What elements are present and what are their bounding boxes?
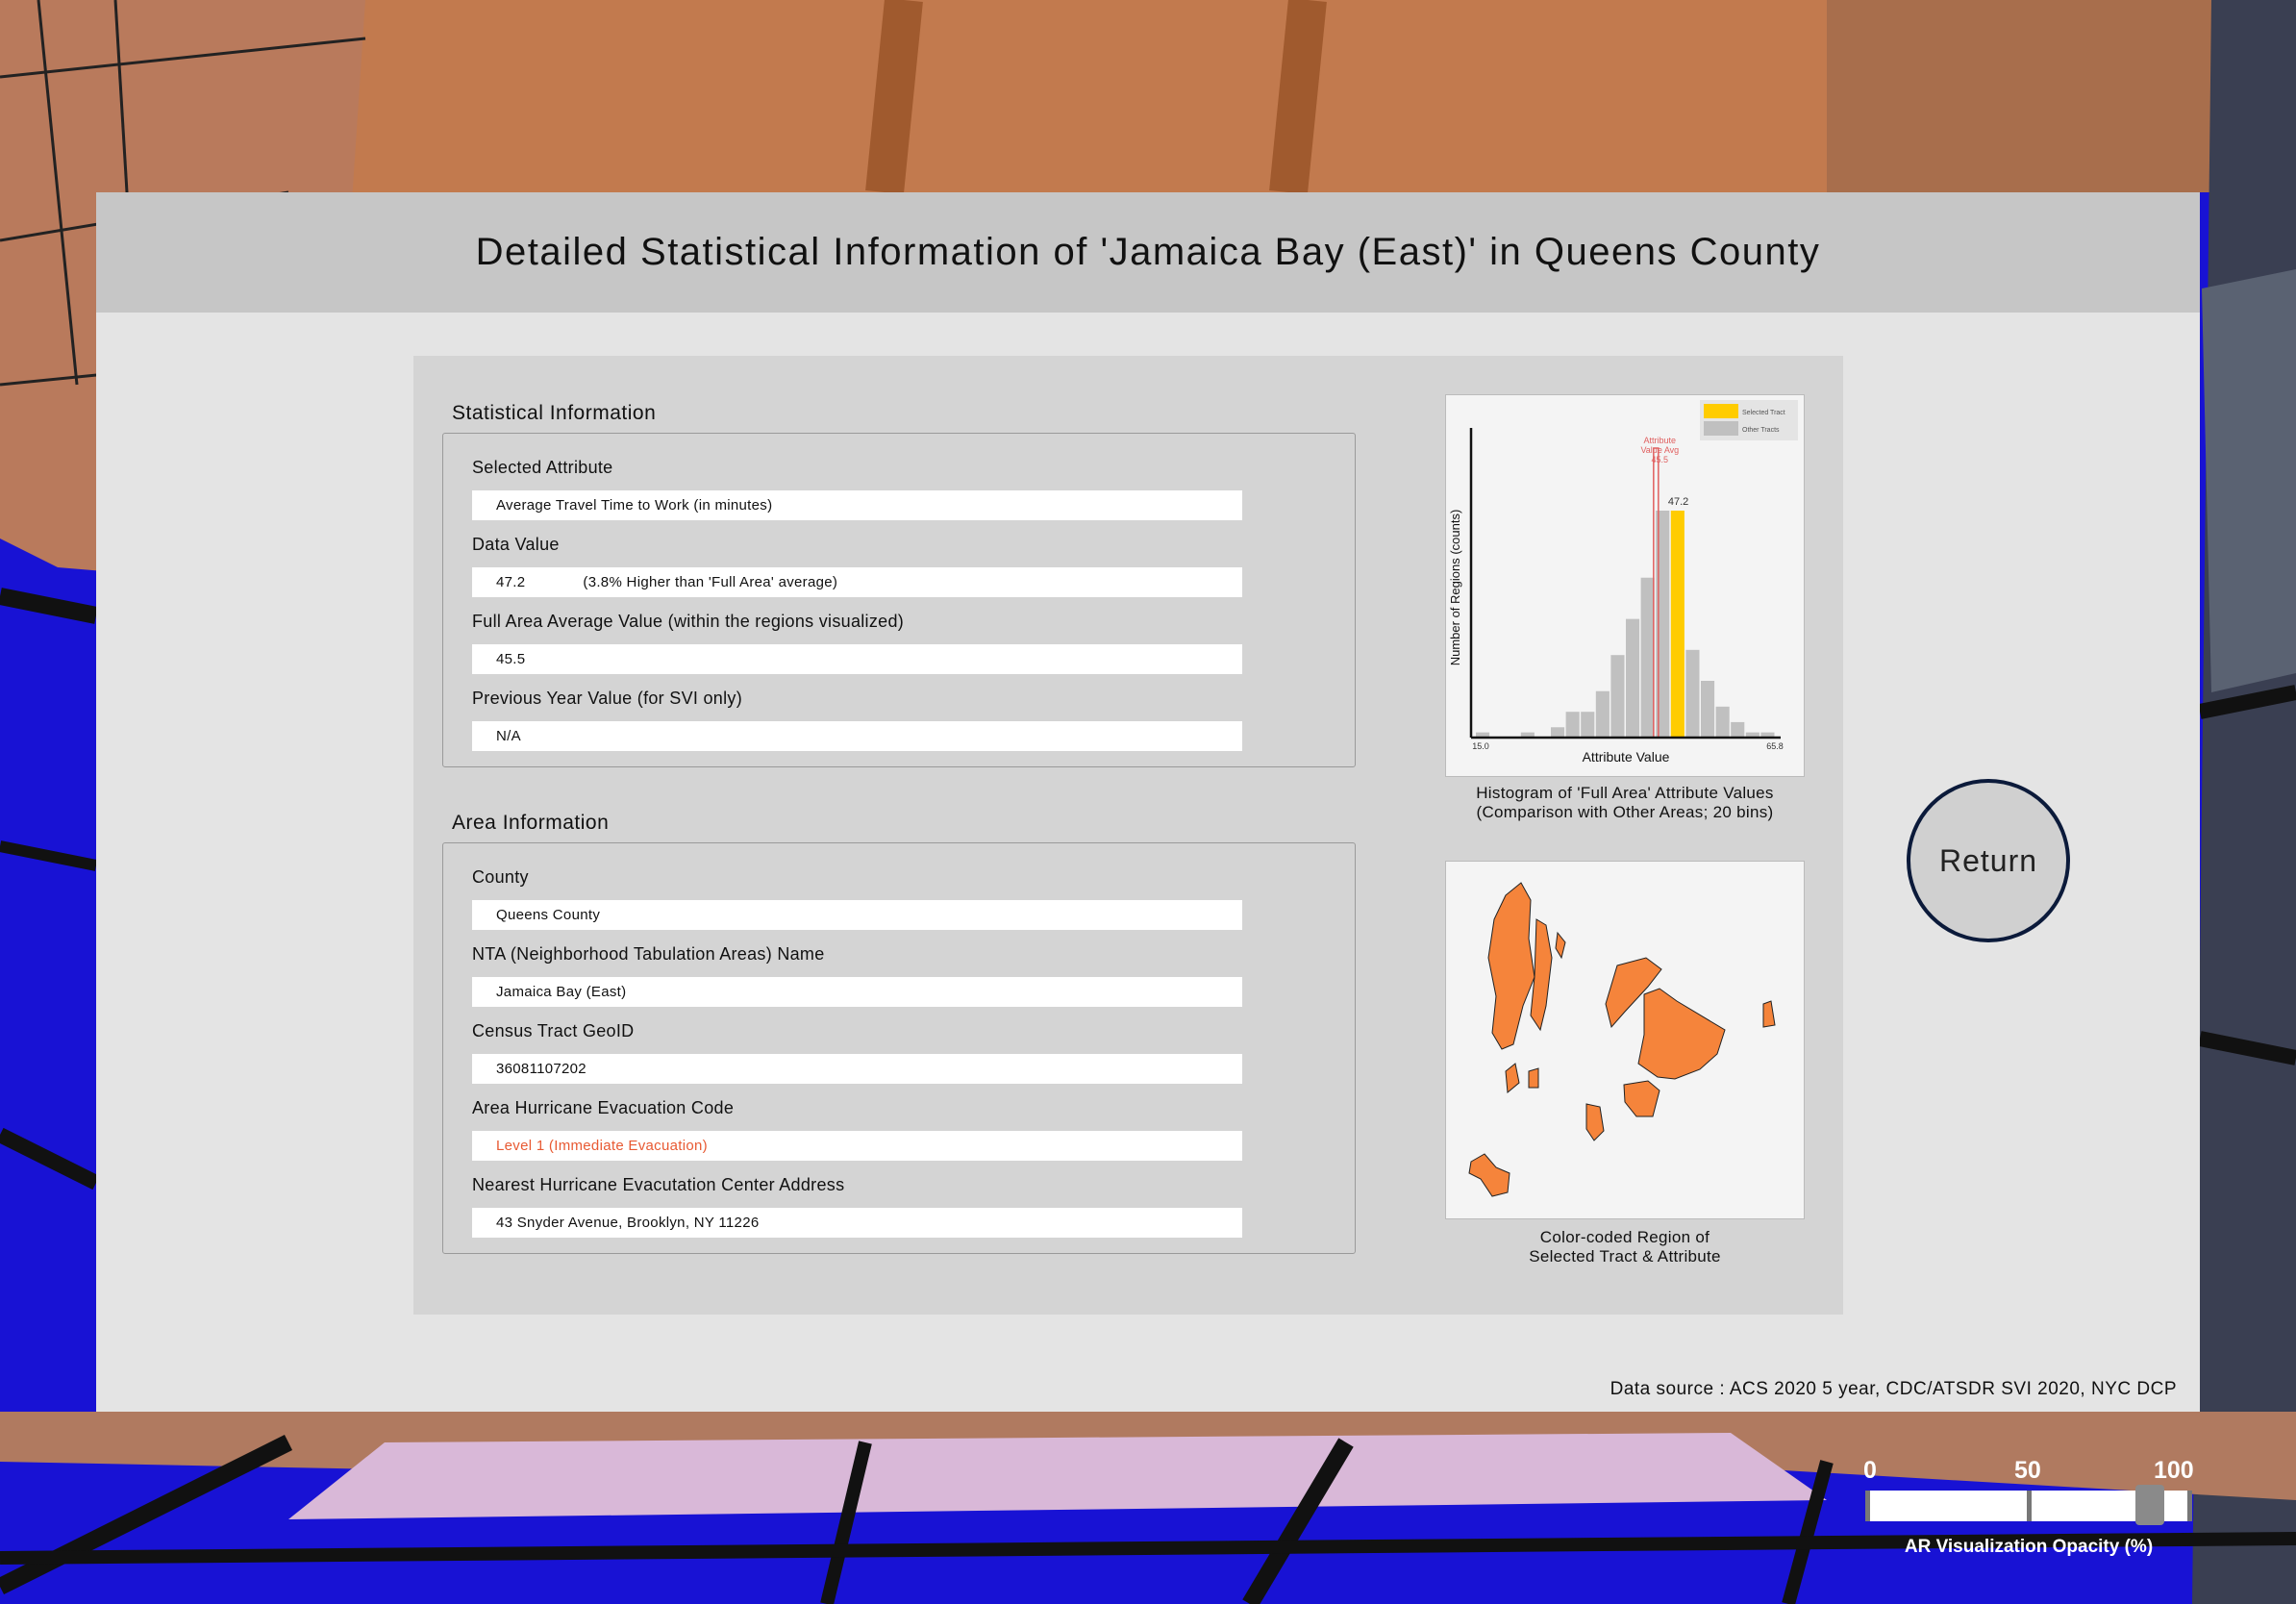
nta-label: NTA (Neighborhood Tabulation Areas) Name bbox=[472, 944, 825, 964]
area-info-group: County Queens County NTA (Neighborhood T… bbox=[442, 842, 1356, 1254]
histogram-bar bbox=[1701, 681, 1715, 738]
histogram-chart: 47.2 AttributeValue Avg45.5 15.0 65.8 Attrib… bbox=[1448, 400, 1798, 764]
data-value-comparison: (3.8% Higher than 'Full Area' average) bbox=[583, 574, 838, 590]
histogram-bar bbox=[1685, 649, 1700, 738]
region-shape bbox=[1487, 882, 1535, 1050]
previous-year-field: N/A bbox=[472, 721, 1242, 751]
selected-value-label: 47.2 bbox=[1668, 496, 1688, 508]
legend-swatch-other bbox=[1704, 421, 1738, 436]
x-tick-min: 15.0 bbox=[1472, 741, 1489, 751]
evacuation-center-label: Nearest Hurricane Evacutation Center Add… bbox=[472, 1175, 845, 1194]
slider-thumb[interactable] bbox=[2134, 1485, 2164, 1525]
data-value-label: Data Value bbox=[472, 535, 560, 554]
histogram-bar bbox=[1731, 721, 1745, 738]
area-info-title: Area Information bbox=[452, 812, 610, 834]
slider-tick-0: 0 bbox=[1863, 1457, 1877, 1484]
opacity-slider[interactable]: 0 50 100 AR Visualization Opacity (%) bbox=[1856, 1452, 2202, 1567]
title-bar: Detailed Statistical Information of 'Jam… bbox=[96, 192, 2200, 313]
region-map-panel bbox=[1445, 861, 1805, 1219]
full-average-field: 45.5 bbox=[472, 644, 1242, 674]
region-shape bbox=[1585, 1103, 1605, 1141]
region-shape bbox=[1505, 1063, 1520, 1093]
stats-panel: Detailed Statistical Information of 'Jam… bbox=[96, 192, 2200, 1412]
histogram-bar bbox=[1565, 712, 1580, 738]
x-axis-label: Attribute Value bbox=[1583, 749, 1670, 764]
region-map-caption-line2: Selected Tract & Attribute bbox=[1529, 1247, 1721, 1266]
histogram-bar-selected bbox=[1670, 511, 1685, 738]
nta-field: Jamaica Bay (East) bbox=[472, 977, 1242, 1007]
region-shape bbox=[1555, 931, 1566, 960]
content-area: Statistical Information Selected Attribu… bbox=[413, 356, 1843, 1315]
region-shape bbox=[1637, 988, 1726, 1080]
region-map-caption: Color-coded Region of Selected Tract & A… bbox=[1413, 1228, 1836, 1266]
data-source-note: Data source : ACS 2020 5 year, CDC/ATSDR… bbox=[1610, 1379, 2177, 1399]
histogram-bar bbox=[1581, 712, 1595, 738]
data-value-number: 47.2 bbox=[496, 574, 526, 590]
geoid-label: Census Tract GeoID bbox=[472, 1021, 635, 1040]
opacity-slider-label: AR Visualization Opacity (%) bbox=[1904, 1537, 2154, 1557]
region-shape bbox=[1762, 1000, 1776, 1028]
region-shape bbox=[1623, 1080, 1660, 1117]
legend-label-other: Other Tracts bbox=[1742, 427, 1780, 434]
page-title: Detailed Statistical Information of 'Jam… bbox=[475, 231, 1821, 273]
slider-tick-50: 50 bbox=[2014, 1457, 2041, 1484]
return-button[interactable]: Return bbox=[1907, 779, 2070, 942]
county-field: Queens County bbox=[472, 900, 1242, 930]
evacuation-code-field: Level 1 (Immediate Evacuation) bbox=[472, 1131, 1242, 1161]
average-label: Value Avg bbox=[1640, 445, 1679, 455]
region-shapes bbox=[1468, 882, 1776, 1197]
histogram-bar bbox=[1715, 706, 1730, 738]
region-map bbox=[1468, 882, 1776, 1197]
geoid-field: 36081107202 bbox=[472, 1054, 1242, 1084]
slider-tick-100: 100 bbox=[2154, 1457, 2194, 1484]
full-average-label: Full Area Average Value (within the regi… bbox=[472, 612, 905, 631]
histogram-bar bbox=[1610, 655, 1625, 738]
average-label: Attribute bbox=[1644, 436, 1677, 445]
statistical-info-group: Selected Attribute Average Travel Time t… bbox=[442, 433, 1356, 767]
histogram-bar bbox=[1626, 618, 1640, 738]
selected-attribute-field: Average Travel Time to Work (in minutes) bbox=[472, 490, 1242, 520]
slider-tick-mark bbox=[2187, 1491, 2192, 1521]
evacuation-code-label: Area Hurricane Evacuation Code bbox=[472, 1098, 735, 1117]
x-tick-max: 65.8 bbox=[1766, 741, 1784, 751]
histogram-bar bbox=[1551, 727, 1565, 738]
county-label: County bbox=[472, 867, 529, 887]
region-map-caption-line1: Color-coded Region of bbox=[1539, 1228, 1710, 1246]
previous-year-label: Previous Year Value (for SVI only) bbox=[472, 689, 743, 708]
slider-tick-mark bbox=[1865, 1491, 1870, 1521]
legend-label-selected: Selected Tract bbox=[1742, 410, 1785, 416]
legend-swatch-selected bbox=[1704, 404, 1738, 418]
histogram-panel: 47.2 Attribute Value Avg 45.5 15.0 65.8 Attrib… bbox=[1445, 394, 1805, 777]
histogram-bar bbox=[1640, 577, 1655, 738]
histogram-caption: Histogram of 'Full Area' Attribute Value… bbox=[1413, 784, 1836, 822]
evacuation-center-field: 43 Snyder Avenue, Brooklyn, NY 11226 bbox=[472, 1208, 1242, 1238]
average-label: 45.5 bbox=[1652, 455, 1669, 464]
slider-tick-mark bbox=[2027, 1491, 2032, 1521]
histogram-caption-line1: Histogram of 'Full Area' Attribute Value… bbox=[1476, 784, 1774, 802]
y-axis-label: Number of Regions (counts) bbox=[1448, 510, 1462, 666]
data-value-field: 47.2 (3.8% Higher than 'Full Area' averag… bbox=[472, 567, 1242, 597]
histogram-caption-line2: (Comparison with Other Areas; 20 bins) bbox=[1476, 803, 1774, 821]
histogram-bar bbox=[1595, 690, 1610, 738]
region-shape bbox=[1468, 1153, 1510, 1197]
statistical-info-title: Statistical Information bbox=[452, 402, 657, 424]
region-shape bbox=[1528, 1067, 1539, 1089]
selected-attribute-label: Selected Attribute bbox=[472, 458, 613, 477]
